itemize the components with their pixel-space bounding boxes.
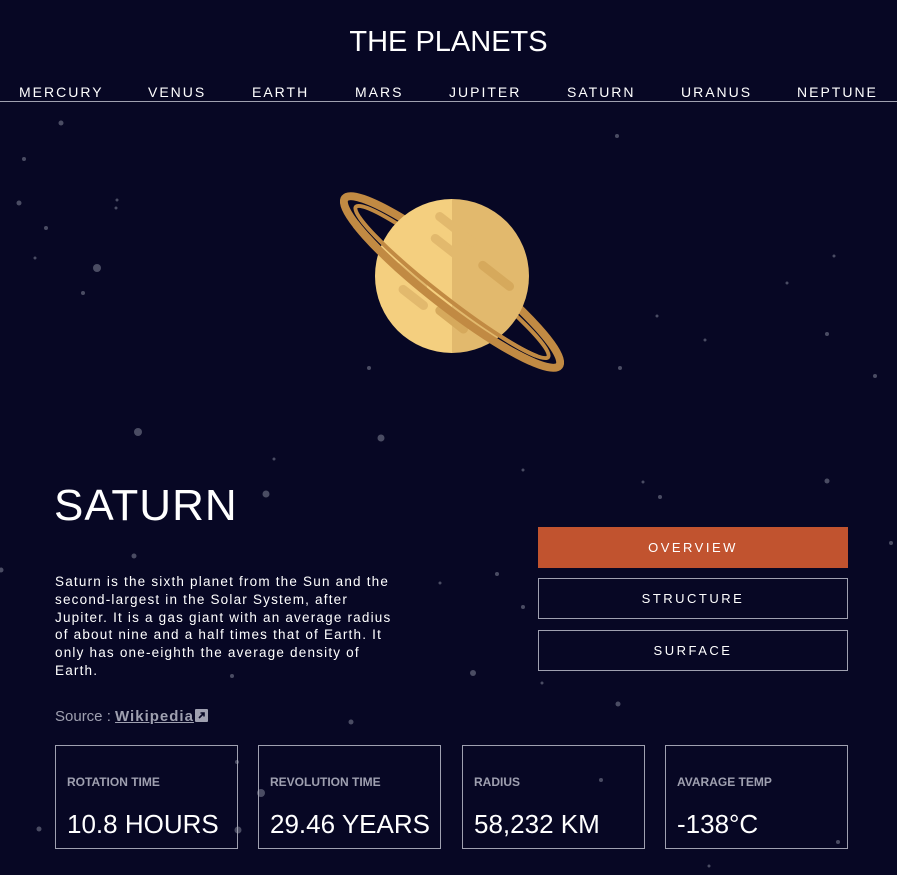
external-link-icon[interactable]	[194, 709, 208, 722]
stat-value: 10.8 HOURS	[67, 809, 219, 839]
stat-value: 58,232 KM	[474, 809, 600, 839]
stat-label: AVARAGE TEMP	[677, 775, 772, 789]
app-title: THE PLANETS	[349, 26, 548, 58]
planet-name: SATURN	[54, 481, 238, 530]
stat-card-temperature: AVARAGE TEMP -138°C	[665, 745, 848, 849]
source-prefix: Source :	[55, 708, 116, 725]
stat-card-rotation: ROTATION TIME 10.8 HOURS	[55, 745, 238, 849]
stat-label: RADIUS	[474, 775, 521, 789]
source-link[interactable]: Wikipedia	[115, 708, 194, 725]
nav-item-venus[interactable]: VENUS	[148, 84, 206, 100]
nav-item-mars[interactable]: MARS	[355, 84, 403, 100]
tab-structure[interactable]: STRUCTURE	[538, 578, 848, 619]
nav-item-uranus[interactable]: URANUS	[681, 84, 752, 100]
stat-label: ROTATION TIME	[67, 775, 160, 789]
tab-surface[interactable]: SURFACE	[538, 630, 848, 671]
stat-card-radius: RADIUS 58,232 KM	[462, 745, 645, 849]
nav-item-earth[interactable]: EARTH	[252, 84, 309, 100]
stat-card-revolution: REVOLUTION TIME 29.46 YEARS	[258, 745, 441, 849]
stat-value: -138°C	[677, 809, 759, 839]
nav-item-jupiter[interactable]: JUPITER	[449, 84, 521, 100]
planet-image	[339, 170, 565, 395]
stat-value: 29.46 YEARS	[270, 809, 430, 839]
nav-item-neptune[interactable]: NEPTUNE	[797, 84, 878, 100]
star-field	[0, 120, 893, 868]
tab-overview[interactable]: OVERVIEW	[538, 527, 848, 568]
nav-item-saturn[interactable]: SATURN	[567, 84, 636, 100]
planet-description: Saturn is the sixth planet from the Sun …	[55, 574, 392, 678]
nav-item-mercury[interactable]: MERCURY	[19, 84, 104, 100]
source-line: Source : Wikipedia	[55, 708, 208, 725]
stat-label: REVOLUTION TIME	[270, 775, 381, 789]
planet-nav: MERCURY VENUS EARTH MARS JUPITER SATURN …	[0, 84, 897, 102]
